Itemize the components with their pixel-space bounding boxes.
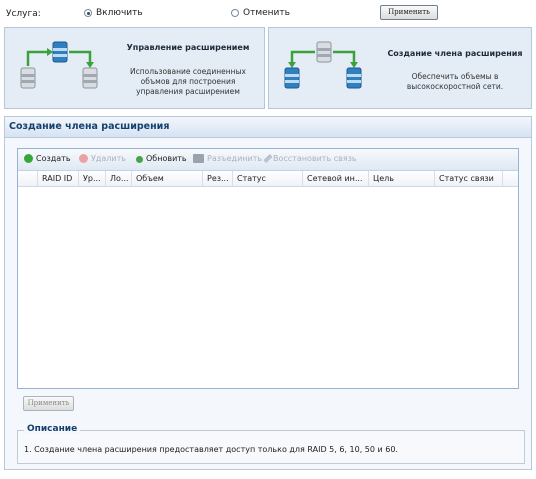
radio-cancel-indicator[interactable] <box>231 9 239 17</box>
create-button[interactable]: Создать <box>24 154 71 163</box>
delete-icon <box>79 154 88 163</box>
radio-enable-label: Включить <box>96 8 143 18</box>
card-manage-desc-line: управления расширением <box>136 87 240 96</box>
radio-enable[interactable]: Включить <box>84 8 143 18</box>
card-create-desc-line: Обеспечить объемы в <box>411 72 499 81</box>
create-label: Создать <box>36 154 71 163</box>
card-create-desc-line: высокоскоростной сети. <box>406 82 504 91</box>
column-reserve[interactable]: Рез... <box>202 171 232 186</box>
column-raid-id[interactable]: RAID ID <box>37 171 78 186</box>
description-legend: Описание <box>24 424 81 434</box>
column-link-status[interactable]: Статус связи <box>434 171 502 186</box>
disconnect-button[interactable]: Разъединить <box>193 154 262 163</box>
network-volumes-icon <box>284 41 362 89</box>
radio-cancel-label: Отменить <box>243 8 290 18</box>
radio-cancel[interactable]: Отменить <box>231 8 290 18</box>
restore-connection-button[interactable]: Восстановить связь <box>263 153 357 164</box>
card-create-title: Создание члена расширения <box>387 49 523 58</box>
card-manage-desc-line: объмов для построения <box>140 77 236 86</box>
column-level[interactable]: Ур... <box>78 171 105 186</box>
column-target[interactable]: Цель <box>368 171 434 186</box>
card-manage-description: Использование соединенных объмов для пос… <box>117 67 259 97</box>
create-member-panel: Создание члена расширения Создать Удалит… <box>4 116 532 470</box>
members-grid: Создать Удалить Обновить Разъединить Вос… <box>17 148 519 389</box>
column-status[interactable]: Статус <box>232 171 302 186</box>
card-manage-title: Управление расширением <box>126 43 250 52</box>
refresh-label: Обновить <box>146 154 187 163</box>
connected-volumes-icon <box>20 41 98 89</box>
column-volume[interactable]: Объем <box>131 171 202 186</box>
apply-button-top[interactable]: Применить <box>380 5 438 20</box>
disconnect-label: Разъединить <box>207 154 263 163</box>
apply-button-bottom[interactable]: Применить <box>23 396 74 411</box>
column-select[interactable] <box>18 171 37 186</box>
grid-column-header: RAID ID Ур... Ло... Объем Рез... Статус … <box>18 171 518 187</box>
link-icon <box>263 153 273 164</box>
column-extra <box>502 171 518 186</box>
refresh-icon <box>136 156 143 163</box>
disconnect-icon <box>193 154 204 163</box>
description-fieldset: Описание 1. Создание члена расширения пр… <box>17 424 525 464</box>
restore-label: Восстановить связь <box>273 154 357 163</box>
radio-enable-indicator[interactable] <box>84 9 92 17</box>
card-manage-desc-line: Использование соединенных <box>130 67 246 76</box>
panel-header: Создание члена расширения <box>5 117 531 138</box>
refresh-button[interactable]: Обновить <box>136 154 187 163</box>
delete-label: Удалить <box>91 154 126 163</box>
card-create-member[interactable]: Создание члена расширения Обеспечить объ… <box>268 27 532 109</box>
card-create-description: Обеспечить объемы в высокоскоростной сет… <box>381 72 529 92</box>
delete-button[interactable]: Удалить <box>79 154 126 163</box>
column-network[interactable]: Сетевой ин... <box>302 171 368 186</box>
column-logical[interactable]: Ло... <box>105 171 131 186</box>
card-expansion-management[interactable]: Управление расширением Использование сое… <box>4 27 265 109</box>
add-icon <box>24 154 33 163</box>
service-label: Услуга: <box>6 9 41 19</box>
panel-title: Создание члена расширения <box>9 121 170 132</box>
description-text: 1. Создание члена расширения предоставля… <box>24 445 398 454</box>
grid-toolbar: Создать Удалить Обновить Разъединить Вос… <box>18 149 518 171</box>
